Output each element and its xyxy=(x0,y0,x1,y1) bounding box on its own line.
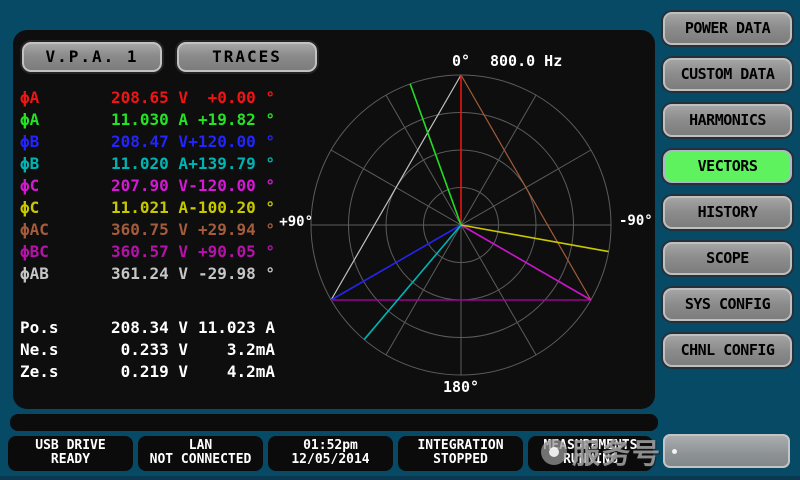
phase-label: ϕAC xyxy=(20,220,68,242)
summary-row: Po.s 208.34 V 11.023 A xyxy=(20,318,275,340)
power-analyzer-screen: V.P.A. 1 TRACES ϕA 208.65 V +0.00 ° ϕA 1… xyxy=(0,0,800,480)
measurement-row: ϕAC 360.75 V +29.94 ° xyxy=(20,220,275,242)
softkey-button[interactable] xyxy=(663,434,790,468)
status-line: 01:52pm xyxy=(268,439,393,453)
phase-label: ϕC xyxy=(20,198,68,220)
phasor-180deg-label: 180° xyxy=(437,378,485,396)
phase-label: ϕC xyxy=(20,176,68,198)
phase-value: 11.030 A xyxy=(68,110,188,132)
menu-power-data-button[interactable]: POWER DATA xyxy=(663,12,792,45)
phase-value: 11.021 A xyxy=(68,198,188,220)
phase-angle: -29.98 ° xyxy=(188,264,275,286)
integration-status-badge: INTEGRATION STOPPED xyxy=(398,436,523,471)
phasor-0deg-label: 0° xyxy=(441,52,481,70)
measurement-row: ϕC 11.021 A -100.20 ° xyxy=(20,198,275,220)
status-line: STOPPED xyxy=(398,453,523,467)
phasor-minus90-label: -90° xyxy=(619,213,653,229)
measurement-row: ϕBC 360.57 V +90.05 ° xyxy=(20,242,275,264)
phasor-diagram xyxy=(301,65,621,385)
phasor-plus90-label: +90° xyxy=(261,214,313,230)
phase-label: ϕB xyxy=(20,154,68,176)
menu-history-button[interactable]: HISTORY xyxy=(663,196,792,229)
traces-button[interactable]: TRACES xyxy=(177,42,317,72)
status-line: MEASUREMENTS xyxy=(528,439,653,453)
measurement-row: ϕB 208.47 V +120.00 ° xyxy=(20,132,275,154)
phase-value: 11.020 A xyxy=(68,154,188,176)
phase-label: ϕBC xyxy=(20,242,68,264)
phase-angle: +139.79 ° xyxy=(188,154,275,176)
right-menu: POWER DATA CUSTOM DATA HARMONICS VECTORS… xyxy=(663,12,792,380)
summary-row: Ze.s 0.219 V 4.2mA xyxy=(20,362,275,384)
summary-label: Po.s xyxy=(20,318,68,340)
frequency-readout: 800.0 Hz xyxy=(490,52,562,70)
measurement-row: ϕAB 361.24 V -29.98 ° xyxy=(20,264,275,286)
status-line: READY xyxy=(8,453,133,467)
usb-status-badge: USB DRIVE READY xyxy=(8,436,133,471)
status-bar: USB DRIVE READY LAN NOT CONNECTED 01:52p… xyxy=(8,436,658,471)
phase-angle: +120.00 ° xyxy=(188,132,275,154)
status-line: NOT CONNECTED xyxy=(138,453,263,467)
phase-value: 208.65 V xyxy=(68,88,188,110)
lan-status-badge: LAN NOT CONNECTED xyxy=(138,436,263,471)
status-line: USB DRIVE xyxy=(8,439,133,453)
screen-bottom-edge xyxy=(0,476,800,480)
menu-harmonics-button[interactable]: HARMONICS xyxy=(663,104,792,137)
measurement-row: ϕA 11.030 A +19.82 ° xyxy=(20,110,275,132)
main-display-panel: V.P.A. 1 TRACES ϕA 208.65 V +0.00 ° ϕA 1… xyxy=(13,30,655,409)
measurements-status-badge: MEASUREMENTS RUNNING xyxy=(528,436,653,471)
phase-value: 360.75 V xyxy=(68,220,188,242)
phase-angle: -120.00 ° xyxy=(188,176,275,198)
phase-angle: +90.05 ° xyxy=(188,242,275,264)
phase-label: ϕAB xyxy=(20,264,68,286)
summary-voltage: 0.219 V xyxy=(68,362,188,384)
phase-value: 207.90 V xyxy=(68,176,188,198)
phase-label: ϕA xyxy=(20,88,68,110)
status-line: 12/05/2014 xyxy=(268,453,393,467)
status-line: RUNNING xyxy=(528,453,653,467)
phase-label: ϕB xyxy=(20,132,68,154)
menu-custom-data-button[interactable]: CUSTOM DATA xyxy=(663,58,792,91)
phase-angle: +0.00 ° xyxy=(188,88,275,110)
status-line: INTEGRATION xyxy=(398,439,523,453)
menu-scope-button[interactable]: SCOPE xyxy=(663,242,792,275)
menu-chnl-config-button[interactable]: CHNL CONFIG xyxy=(663,334,792,367)
phase-value: 361.24 V xyxy=(68,264,188,286)
sequence-summary-table: Po.s 208.34 V 11.023 A Ne.s 0.233 V 3.2m… xyxy=(20,318,275,384)
panel-footer-bar xyxy=(10,414,658,431)
menu-vectors-button[interactable]: VECTORS xyxy=(663,150,792,183)
datetime-badge: 01:52pm 12/05/2014 xyxy=(268,436,393,471)
vpa-select-button[interactable]: V.P.A. 1 xyxy=(22,42,162,72)
summary-label: Ne.s xyxy=(20,340,68,362)
measurement-row: ϕC 207.90 V -120.00 ° xyxy=(20,176,275,198)
phase-value: 360.57 V xyxy=(68,242,188,264)
summary-current: 3.2mA xyxy=(188,340,275,362)
summary-row: Ne.s 0.233 V 3.2mA xyxy=(20,340,275,362)
measurement-row: ϕA 208.65 V +0.00 ° xyxy=(20,88,275,110)
summary-current: 11.023 A xyxy=(188,318,275,340)
summary-voltage: 0.233 V xyxy=(68,340,188,362)
menu-sys-config-button[interactable]: SYS CONFIG xyxy=(663,288,792,321)
status-line: LAN xyxy=(138,439,263,453)
measurement-row: ϕB 11.020 A +139.79 ° xyxy=(20,154,275,176)
phase-angle: +19.82 ° xyxy=(188,110,275,132)
softkey-indicator-dot xyxy=(672,449,677,454)
summary-voltage: 208.34 V xyxy=(68,318,188,340)
summary-label: Ze.s xyxy=(20,362,68,384)
summary-current: 4.2mA xyxy=(188,362,275,384)
phase-value: 208.47 V xyxy=(68,132,188,154)
phase-label: ϕA xyxy=(20,110,68,132)
phase-measurement-table: ϕA 208.65 V +0.00 ° ϕA 11.030 A +19.82 °… xyxy=(20,88,275,286)
